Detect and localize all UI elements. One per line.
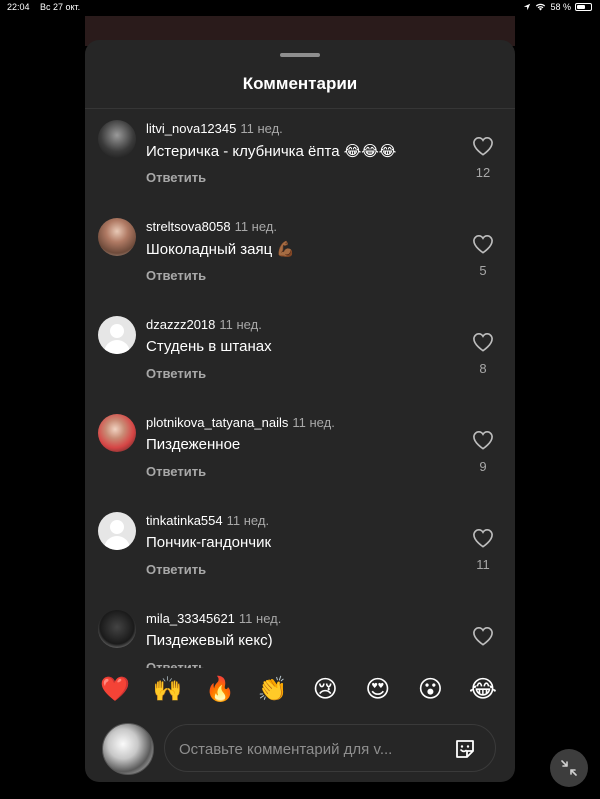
- comment-time: 11 нед.: [292, 415, 335, 430]
- comment-item: streltsova8058 11 нед. Шоколадный заяц 💪🏾…: [85, 207, 515, 305]
- status-bar: 22:04 Вс 27 окт. 58 %: [0, 0, 600, 16]
- comment-text: Пиздеженное: [146, 436, 241, 453]
- like-count: 11: [476, 557, 490, 572]
- sticker-icon[interactable]: [453, 737, 477, 761]
- comment-input[interactable]: [179, 737, 429, 761]
- username[interactable]: streltsova8058: [146, 219, 231, 234]
- comment-time: 11 нед.: [219, 317, 262, 332]
- my-avatar: [102, 723, 154, 775]
- status-time: 22:04: [7, 2, 30, 12]
- heart-outline-icon[interactable]: [472, 430, 494, 450]
- comment-time: 11 нед.: [234, 219, 277, 234]
- sheet-title: Комментарии: [242, 74, 358, 93]
- emoji-quick-reactions: ❤️ 🙌 🔥 👏 😢 😍 😮 😂: [85, 668, 515, 712]
- username[interactable]: litvi_nova12345: [146, 121, 236, 136]
- comment-time: 11 нед.: [238, 611, 282, 626]
- reply-button[interactable]: Ответить: [146, 562, 206, 577]
- comments-sheet: Комментарии litvi_nova12345 11 нед. Истер…: [85, 40, 515, 782]
- comment-text: Шоколадный заяц 💪🏾: [146, 241, 296, 258]
- avatar[interactable]: [98, 120, 136, 158]
- reply-button[interactable]: Ответить: [146, 268, 206, 283]
- avatar[interactable]: [98, 414, 136, 452]
- comment-text: Студень в штанах: [146, 338, 272, 355]
- comment-composer: [85, 712, 515, 782]
- avatar[interactable]: [98, 610, 136, 648]
- minimize-button[interactable]: [550, 749, 588, 787]
- emoji-raised-hands[interactable]: 🙌: [144, 676, 192, 704]
- emoji-heart-eyes[interactable]: 😍: [354, 676, 402, 704]
- username[interactable]: tinkatinka554: [146, 513, 223, 528]
- comment-text: Пончик-гандончик: [146, 534, 272, 551]
- comment-text: Пиздежевый кекс): [146, 632, 273, 649]
- like-count: 9: [479, 459, 487, 474]
- comment-item: dzazzz2018 11 нед. Студень в штанах Ответ…: [85, 305, 515, 403]
- status-indicators: 58 %: [523, 2, 592, 12]
- heart-outline-icon[interactable]: [472, 234, 494, 254]
- reply-button[interactable]: Ответить: [146, 464, 206, 479]
- emoji-fire[interactable]: 🔥: [196, 676, 244, 704]
- heart-outline-icon[interactable]: [472, 332, 494, 352]
- wifi-icon: [536, 3, 546, 11]
- comment-input-wrapper[interactable]: [164, 724, 496, 772]
- location-icon: [524, 3, 531, 11]
- emoji-clap[interactable]: 👏: [249, 676, 297, 704]
- emoji-cry[interactable]: 😢: [301, 676, 349, 704]
- avatar[interactable]: [98, 218, 136, 256]
- emoji-surprised[interactable]: 😮: [406, 676, 454, 704]
- battery-percent: 58 %: [550, 2, 571, 12]
- like-count: 12: [475, 165, 491, 180]
- username[interactable]: dzazzz2018: [146, 317, 215, 332]
- comment-item: plotnikova_tatyana_nails 11 нед. Пиздежен…: [85, 403, 515, 501]
- username[interactable]: plotnikova_tatyana_nails: [146, 415, 288, 430]
- comments-list[interactable]: litvi_nova12345 11 нед. Истеричка - клубн…: [85, 109, 515, 697]
- minimize-arrows-icon: [561, 760, 577, 776]
- emoji-laugh[interactable]: 😂: [459, 676, 507, 704]
- comment-time: 11 нед.: [226, 513, 270, 528]
- heart-outline-icon[interactable]: [472, 626, 494, 646]
- heart-outline-icon[interactable]: [472, 528, 494, 548]
- reply-button[interactable]: Ответить: [146, 366, 206, 381]
- comment-item: litvi_nova12345 11 нед. Истеричка - клубн…: [85, 109, 515, 207]
- like-count: 8: [479, 361, 487, 376]
- comment-item: tinkatinka554 11 нед. Пончик-гандончик От…: [85, 501, 515, 599]
- heart-outline-icon[interactable]: [472, 136, 494, 156]
- avatar[interactable]: [98, 512, 136, 550]
- status-date: Вс 27 окт.: [40, 2, 81, 12]
- username[interactable]: mila_33345621: [146, 611, 235, 626]
- battery-icon: [575, 3, 592, 11]
- reply-button[interactable]: Ответить: [146, 170, 206, 185]
- avatar[interactable]: [98, 316, 136, 354]
- comment-time: 11 нед.: [240, 121, 283, 136]
- like-count: 5: [479, 263, 487, 278]
- comment-text: Истеричка - клубничка ёпта 😂😂😂: [146, 143, 397, 160]
- sheet-grabber[interactable]: [280, 53, 320, 57]
- emoji-heart[interactable]: ❤️: [91, 676, 139, 704]
